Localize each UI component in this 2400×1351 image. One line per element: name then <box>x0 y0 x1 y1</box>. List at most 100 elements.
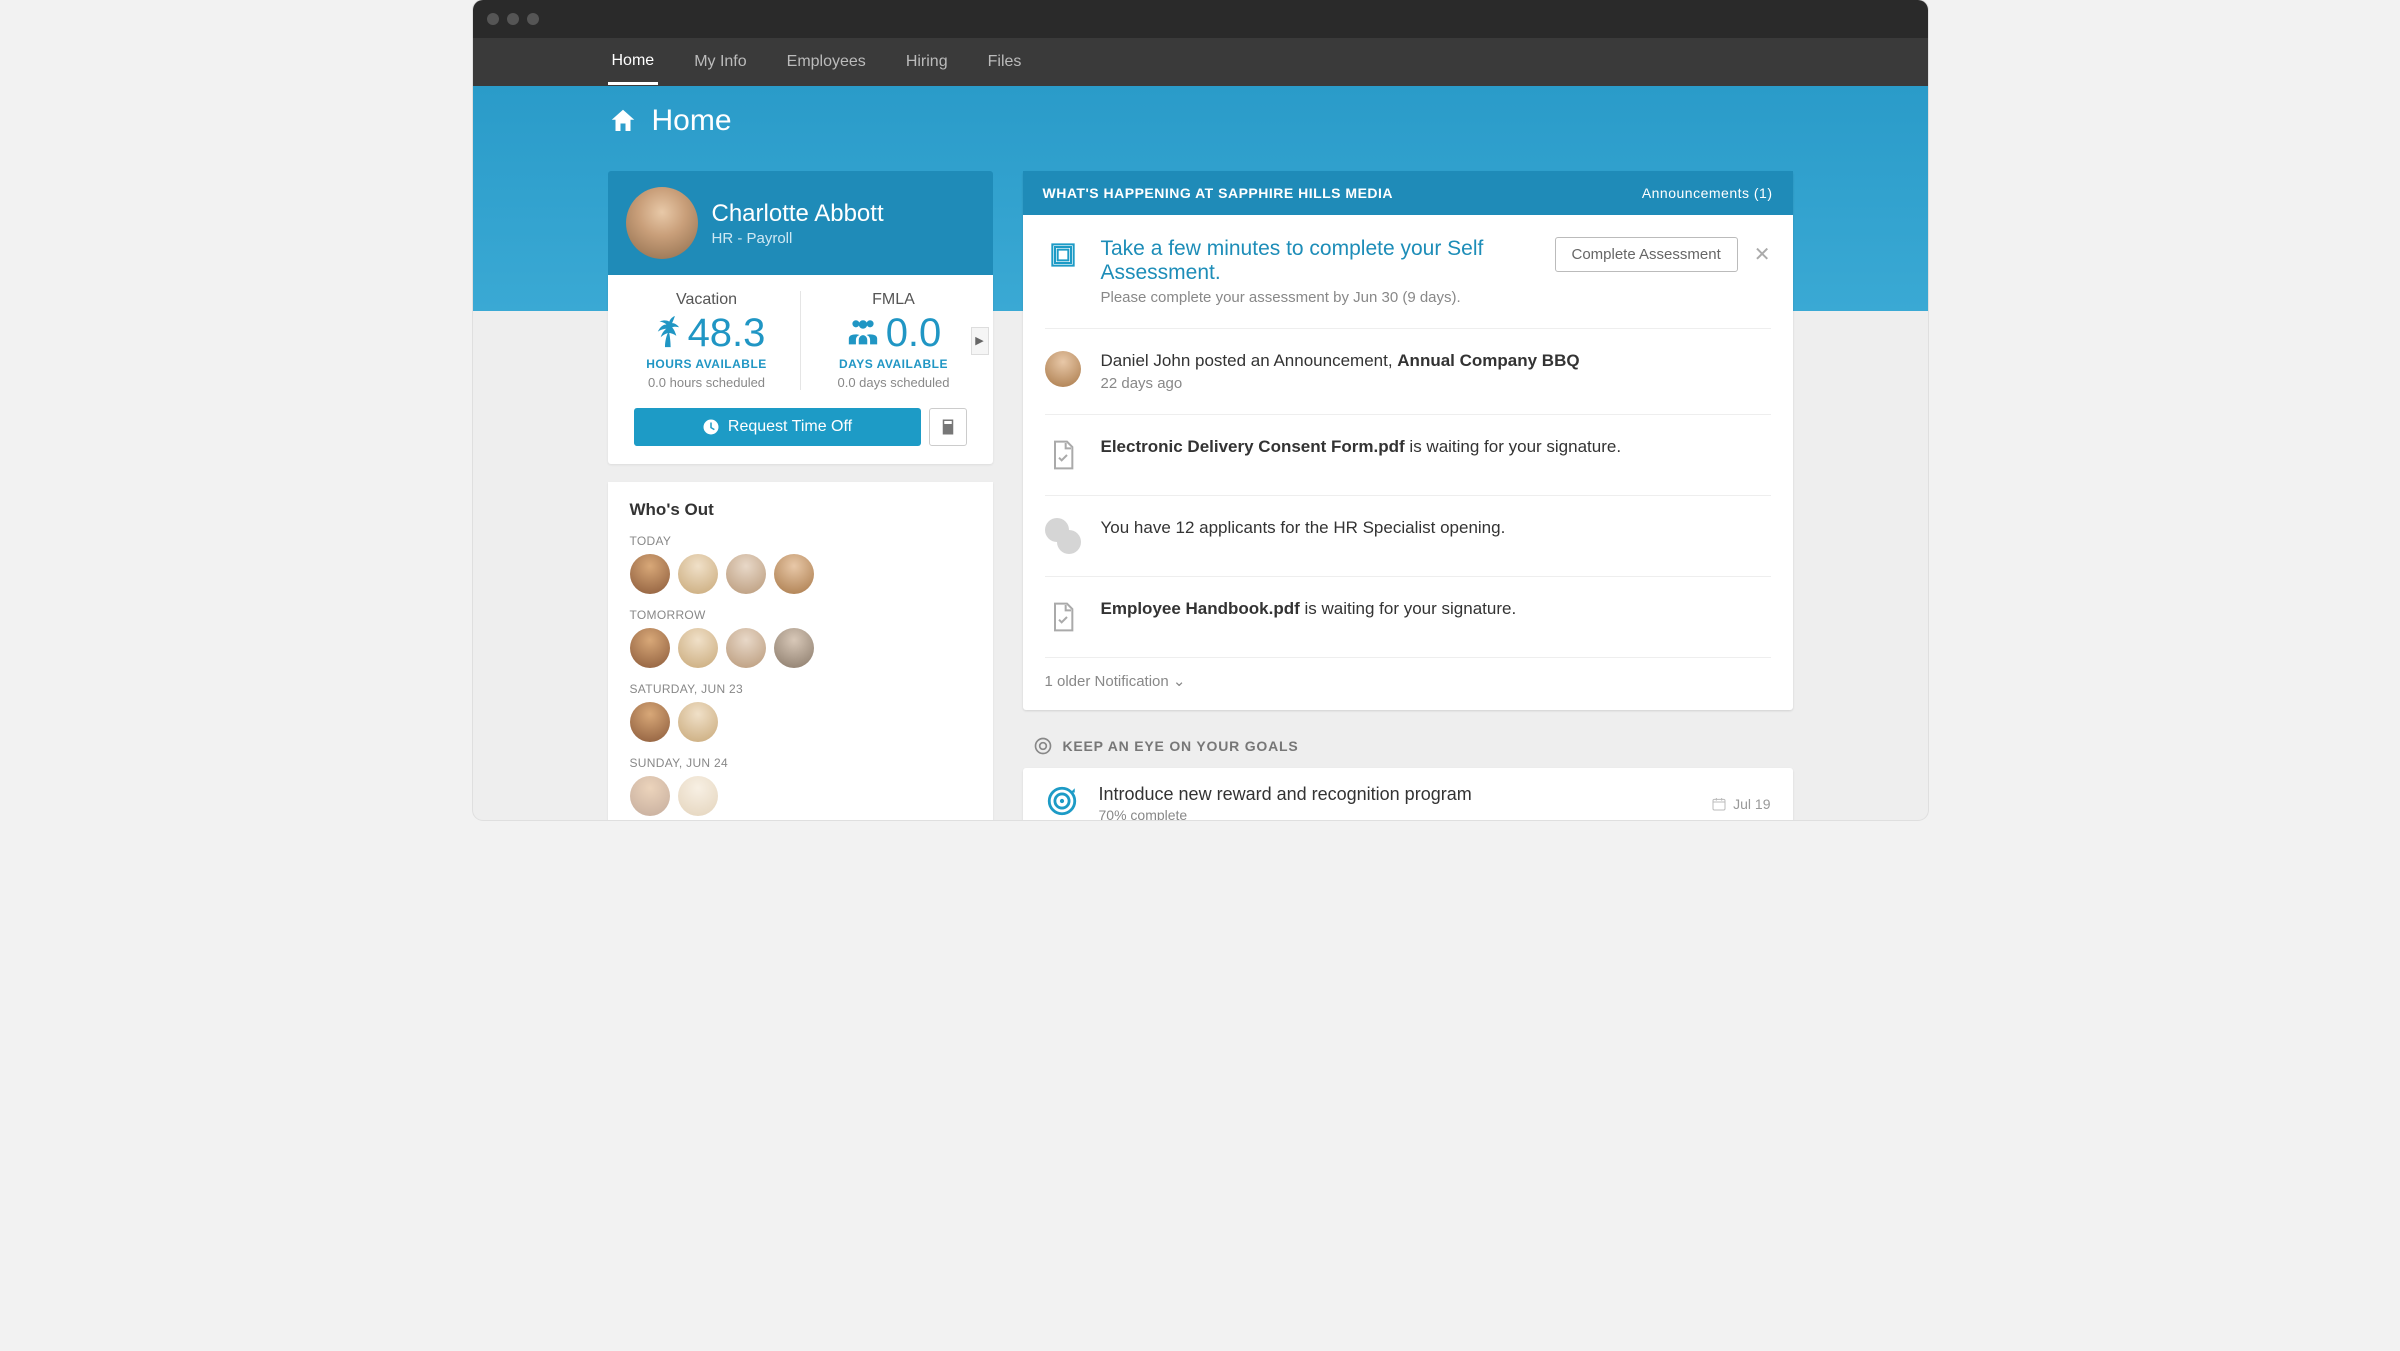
feed-text: Daniel John posted an Announcement, <box>1101 351 1398 370</box>
app-window: Home My Info Employees Hiring Files Home… <box>473 0 1928 820</box>
avatar[interactable] <box>630 776 670 816</box>
pto-card: Vacation 48.3 HOURS AVAILABLE 0.0 hours … <box>608 275 993 464</box>
whos-out-avatars-2 <box>630 702 971 742</box>
document-icon <box>1045 437 1081 473</box>
pto-next-arrow[interactable]: ▶ <box>971 327 989 355</box>
avatar[interactable] <box>630 554 670 594</box>
profile-name: Charlotte Abbott <box>712 200 884 228</box>
avatar[interactable] <box>726 628 766 668</box>
nav-hiring[interactable]: Hiring <box>902 41 952 83</box>
feed-item-signature-2[interactable]: Employee Handbook.pdf is waiting for you… <box>1045 577 1771 658</box>
bullseye-icon <box>1045 784 1079 820</box>
goal-due: Jul 19 <box>1711 796 1770 812</box>
pto-vacation-scheduled: 0.0 hours scheduled <box>614 375 800 390</box>
avatar[interactable] <box>678 702 718 742</box>
whos-out-avatars-0 <box>630 554 971 594</box>
avatar[interactable] <box>774 554 814 594</box>
frame-icon <box>1045 237 1081 273</box>
avatar[interactable] <box>678 776 718 816</box>
chevron-down-icon: ⌄ <box>1173 673 1186 690</box>
feed-text: is waiting for your signature. <box>1405 437 1621 456</box>
document-icon <box>1045 599 1081 635</box>
feed-time: 22 days ago <box>1101 375 1771 392</box>
whos-out-title: Who's Out <box>630 500 971 520</box>
calculator-icon <box>939 418 957 436</box>
feed-text: is waiting for your signature. <box>1300 599 1516 618</box>
titlebar <box>473 0 1928 38</box>
whos-out-day-0: TODAY <box>630 534 971 548</box>
goal-progress: 70% complete <box>1099 807 1472 820</box>
nav-home[interactable]: Home <box>608 40 659 85</box>
page-title-row: Home <box>608 104 1793 138</box>
whos-out-day-3: SUNDAY, JUN 24 <box>630 756 971 770</box>
feed-item-applicants[interactable]: You have 12 applicants for the HR Specia… <box>1045 496 1771 577</box>
profile-card: Charlotte Abbott HR - Payroll <box>608 171 993 275</box>
pto-fmla-unit: DAYS AVAILABLE <box>801 357 987 371</box>
top-nav: Home My Info Employees Hiring Files <box>473 38 1928 86</box>
feed-bold: Electronic Delivery Consent Form.pdf <box>1101 437 1405 456</box>
feed-bold: Employee Handbook.pdf <box>1101 599 1300 618</box>
feed-text: You have 12 applicants for the HR Specia… <box>1101 518 1506 537</box>
happening-card: WHAT'S HAPPENING AT SAPPHIRE HILLS MEDIA… <box>1023 171 1793 710</box>
feed-item-announcement[interactable]: Daniel John posted an Announcement, Annu… <box>1045 329 1771 415</box>
calendar-icon <box>1711 796 1727 812</box>
goals-heading: KEEP AN EYE ON YOUR GOALS <box>1033 736 1793 756</box>
whos-out-day-1: TOMORROW <box>630 608 971 622</box>
window-close-dot[interactable] <box>487 13 499 25</box>
assessment-sub: Please complete your assessment by Jun 3… <box>1101 289 1535 306</box>
avatar[interactable] <box>630 702 670 742</box>
palm-icon <box>648 316 682 350</box>
calculator-button[interactable] <box>929 408 967 446</box>
avatar[interactable] <box>630 628 670 668</box>
poster-avatar <box>1045 351 1081 387</box>
goal-title: Introduce new reward and recognition pro… <box>1099 784 1472 805</box>
whos-out-day-2: SATURDAY, JUN 23 <box>630 682 971 696</box>
profile-role: HR - Payroll <box>712 230 884 247</box>
applicants-icon <box>1045 518 1081 554</box>
target-icon <box>1033 736 1053 756</box>
whos-out-card: Who's Out TODAY TOMORROW SATURDAY, JUN 2… <box>608 482 993 820</box>
feed: Take a few minutes to complete your Self… <box>1023 215 1793 710</box>
avatar[interactable] <box>678 554 718 594</box>
profile-avatar[interactable] <box>626 187 698 259</box>
request-time-off-button[interactable]: Request Time Off <box>634 408 921 446</box>
pto-fmla-scheduled: 0.0 days scheduled <box>801 375 987 390</box>
whos-out-avatars-3 <box>630 776 971 816</box>
window-min-dot[interactable] <box>507 13 519 25</box>
pto-vacation-unit: HOURS AVAILABLE <box>614 357 800 371</box>
pto-fmla-value: 0.0 <box>886 313 942 353</box>
right-column: WHAT'S HAPPENING AT SAPPHIRE HILLS MEDIA… <box>1023 171 1793 820</box>
content: Charlotte Abbott HR - Payroll Vacation 4… <box>473 171 1928 820</box>
page-title: Home <box>652 104 732 138</box>
happening-title: WHAT'S HAPPENING AT SAPPHIRE HILLS MEDIA <box>1043 185 1394 201</box>
pto-fmla[interactable]: FMLA 0.0 DAYS AVAILABLE 0.0 days schedul… <box>800 291 987 390</box>
dismiss-assessment[interactable]: ✕ <box>1754 242 1771 267</box>
avatar[interactable] <box>726 554 766 594</box>
left-column: Charlotte Abbott HR - Payroll Vacation 4… <box>608 171 993 820</box>
clock-icon <box>702 418 720 436</box>
goals=title: KEEP AN EYE ON YOUR GOALS <box>1063 738 1299 754</box>
nav-files[interactable]: Files <box>984 41 1026 83</box>
announcements-link[interactable]: Announcements (1) <box>1642 185 1773 201</box>
feed-assessment: Take a few minutes to complete your Self… <box>1045 215 1771 329</box>
window-max-dot[interactable] <box>527 13 539 25</box>
request-time-off-label: Request Time Off <box>728 418 852 436</box>
pto-vacation-label: Vacation <box>614 291 800 309</box>
feed-bold: Annual Company BBQ <box>1397 351 1579 370</box>
home-icon <box>608 106 638 136</box>
avatar[interactable] <box>678 628 718 668</box>
whos-out-avatars-1 <box>630 628 971 668</box>
older-notifications[interactable]: 1 older Notification ⌄ <box>1045 658 1771 710</box>
pto-vacation-value: 48.3 <box>688 313 766 353</box>
people-icon <box>846 316 880 350</box>
pto-fmla-label: FMLA <box>801 291 987 309</box>
pto-vacation[interactable]: Vacation 48.3 HOURS AVAILABLE 0.0 hours … <box>614 291 800 390</box>
goal-item[interactable]: Introduce new reward and recognition pro… <box>1023 768 1793 820</box>
nav-employees[interactable]: Employees <box>783 41 870 83</box>
complete-assessment-button[interactable]: Complete Assessment <box>1555 237 1738 272</box>
feed-item-signature-1[interactable]: Electronic Delivery Consent Form.pdf is … <box>1045 415 1771 496</box>
avatar[interactable] <box>774 628 814 668</box>
nav-my-info[interactable]: My Info <box>690 41 750 83</box>
happening-header: WHAT'S HAPPENING AT SAPPHIRE HILLS MEDIA… <box>1023 171 1793 215</box>
assessment-title[interactable]: Take a few minutes to complete your Self… <box>1101 237 1535 285</box>
